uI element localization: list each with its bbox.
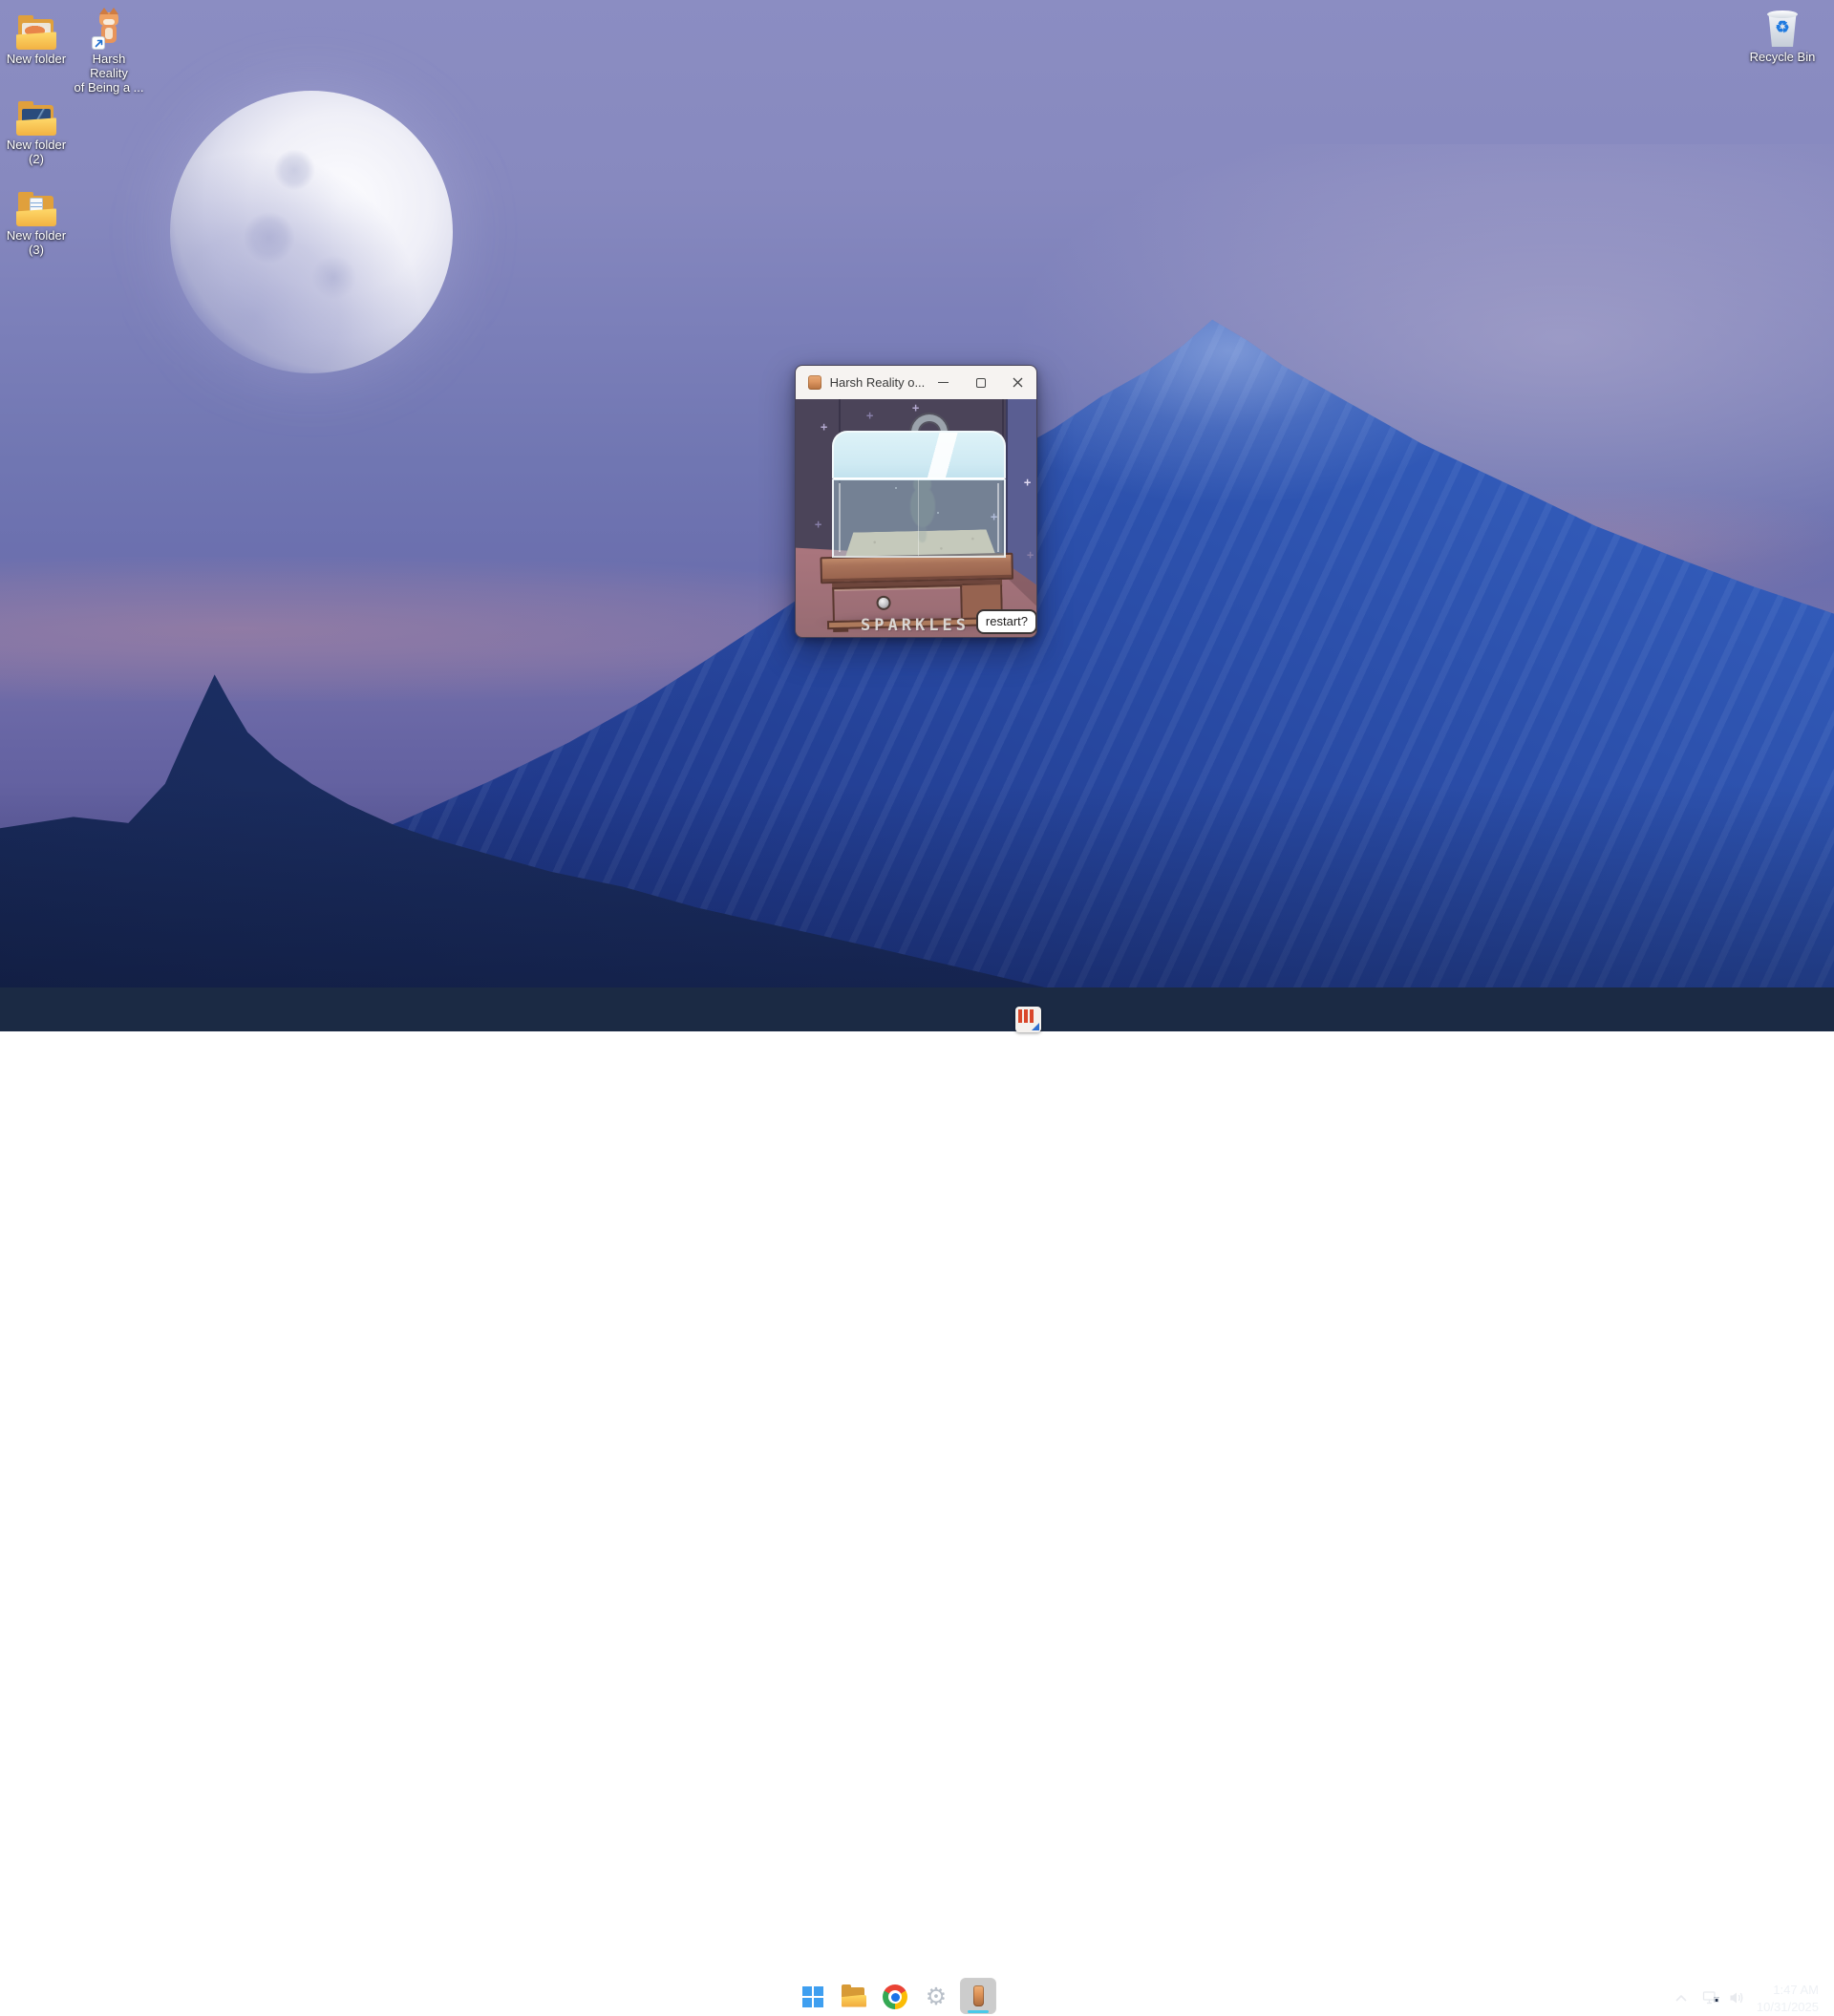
desktop-icon-label: New folder (3) (7, 229, 66, 258)
tray-date: 10/31/2025 (1757, 1999, 1819, 2016)
shortcut-arrow-icon (92, 36, 105, 50)
sparkle-icon: + (821, 420, 827, 434)
taskbar-chrome[interactable] (876, 1978, 914, 2016)
active-app-indicator (968, 2010, 989, 2013)
taskbar-file-explorer[interactable] (835, 1978, 873, 2016)
gear-icon: ⚙ (926, 1985, 947, 2009)
chevron-up-icon (1674, 1992, 1688, 2004)
folder-icon (16, 94, 56, 136)
file-explorer-icon (842, 1987, 866, 2007)
taskbar-harsh-reality-game[interactable] (960, 1978, 996, 2014)
pet-name-label: SPARKLES (834, 616, 996, 635)
recycle-bin-icon: ♻ (1764, 6, 1801, 48)
taskbar-clock[interactable]: 1:47 AM 10/31/2025 (1757, 1982, 1819, 2015)
peek-window-badge (1032, 1023, 1039, 1030)
taskbar-settings[interactable]: ⚙ (917, 1978, 955, 2016)
app-icon (808, 375, 821, 390)
tray-chevron-button[interactable] (1670, 1986, 1693, 2009)
desktop-icon-label: Harsh Reality of Being a ... (73, 53, 145, 95)
desktop-icon-harsh-reality-shortcut[interactable]: Harsh Reality of Being a ... (73, 8, 145, 95)
glass-case-lid[interactable] (832, 431, 1006, 480)
desktop-icon-new-folder[interactable]: New folder (0, 8, 73, 67)
game-window: Harsh Reality o... + + + + + + + + + + (795, 365, 1037, 638)
minimize-icon (938, 382, 949, 384)
sparkle-icon: + (815, 518, 821, 531)
sparkle-icon: + (1024, 476, 1031, 489)
desktop-icon-label: New folder (7, 53, 66, 67)
desktop-icon-label: New folder (2) (7, 138, 66, 167)
folder-icon (16, 184, 56, 226)
volume-button[interactable] (1725, 1986, 1748, 2009)
windows-logo-icon (802, 1986, 823, 2007)
peek-window-content (1018, 1009, 1034, 1023)
desktop-icon-new-folder-2[interactable]: New folder (2) (0, 94, 73, 167)
maximize-icon (976, 378, 986, 388)
network-button[interactable] (1699, 1986, 1722, 2009)
restart-button[interactable]: restart? (976, 609, 1037, 634)
chrome-icon (883, 1984, 907, 2009)
close-button[interactable] (999, 366, 1036, 399)
sparkle-icon: + (866, 409, 873, 422)
peek-window-icon[interactable] (1015, 1007, 1041, 1032)
game-shortcut-icon (95, 8, 123, 50)
start-button[interactable] (794, 1978, 832, 2016)
folder-icon (16, 8, 56, 50)
glass-case[interactable] (832, 479, 1006, 558)
sparkle-icon: + (1027, 548, 1034, 562)
taskbar: ⚙ 1:47 AM 10/31/2025 (0, 987, 1834, 1031)
game-scene[interactable]: + + + + + + + + + + (796, 399, 1037, 638)
desktop-icon-recycle-bin[interactable]: ♻ Recycle Bin (1746, 6, 1819, 65)
desktop-icon-new-folder-3[interactable]: New folder (3) (0, 184, 73, 258)
sparkle-icon: + (912, 401, 919, 414)
desktop-icon-label: Recycle Bin (1750, 51, 1816, 65)
game-app-icon (973, 1985, 984, 2006)
tray-time: 1:47 AM (1757, 1982, 1819, 1999)
speaker-icon (1728, 1990, 1745, 2005)
maximize-button[interactable] (962, 366, 999, 399)
ethernet-icon (1702, 1990, 1720, 2006)
window-title: Harsh Reality o... (830, 375, 926, 390)
close-icon (1013, 377, 1023, 388)
window-titlebar[interactable]: Harsh Reality o... (796, 366, 1036, 399)
minimize-button[interactable] (925, 366, 962, 399)
